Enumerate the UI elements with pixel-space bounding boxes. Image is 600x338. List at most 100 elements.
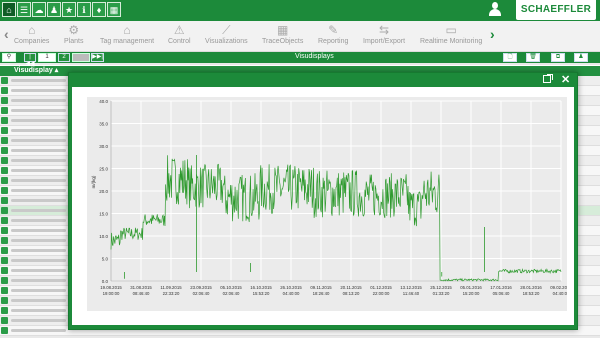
x-tick-label: 08:46:40	[133, 291, 150, 296]
row-label	[11, 159, 66, 162]
row-label	[11, 109, 66, 112]
x-tick-label: 11.09.2015	[160, 285, 182, 290]
list-title: Visudisplays	[295, 53, 334, 60]
nav-item-label: Visualizations	[205, 38, 248, 45]
y-tick-label: 25.0	[99, 167, 108, 172]
row-visualization-icon	[1, 307, 8, 314]
x-tick-label: 11:46:40	[403, 291, 420, 296]
grid-icon: ▦	[277, 23, 289, 37]
bulb-icon[interactable]: ♦	[92, 2, 106, 17]
row-label	[11, 99, 66, 102]
column-header-visudisplay[interactable]: Visudisplay ▴	[14, 66, 58, 76]
nav-item-visualizations[interactable]: ⟋ Visualizations	[205, 23, 248, 45]
row-label	[11, 279, 66, 282]
row-label	[11, 119, 66, 122]
warning-icon: ⚠	[173, 23, 185, 37]
row-label	[11, 189, 66, 192]
nav-item-tag-management[interactable]: ⌂ Tag management	[100, 23, 154, 45]
x-tick-label: 01:33:20	[433, 291, 450, 296]
nav-item-label: TraceObjects	[262, 38, 304, 45]
info-icon[interactable]: ℹ	[77, 2, 91, 17]
popout-icon[interactable]	[543, 74, 553, 83]
line-chart: 0.0 5.0 10.0 15.0 20.0 25.0 30.0 35.0 40.0 19.08.…	[91, 99, 572, 296]
row-label	[11, 319, 66, 322]
report-icon: ✎	[328, 23, 339, 37]
first-page-button[interactable]: |◀◀	[24, 53, 36, 67]
account-icon[interactable]	[489, 2, 501, 17]
x-tick-label: 25.12.2015	[430, 285, 452, 290]
list-icon[interactable]: ☰	[17, 2, 31, 17]
row-visualization-icon	[1, 257, 8, 264]
monitor-icon: ▭	[445, 23, 457, 37]
top-icon-bar: ⌂ ☰ ☁ ♟ ★ ℹ ♦ ▦	[2, 2, 121, 17]
close-icon[interactable]: ✕	[561, 74, 570, 86]
nav-item-plants[interactable]: ⚙ Plants	[64, 23, 83, 45]
x-tick-label: 20.11.2015	[340, 285, 362, 290]
user-icon[interactable]: ♟	[47, 2, 61, 17]
y-tick-label: 35.0	[99, 122, 108, 127]
row-visualization-icon	[1, 287, 8, 294]
chart-icon: ⟋	[222, 23, 231, 37]
x-tick-label: 13.12.2015	[400, 285, 422, 290]
row-visualization-icon	[1, 197, 8, 204]
row-visualization-icon	[1, 227, 8, 234]
nav-next-icon[interactable]: ›	[490, 26, 495, 42]
page-2-button[interactable]: 2	[58, 53, 70, 62]
x-tick-label: 31.08.2015	[130, 285, 152, 290]
home-icon[interactable]: ⌂	[2, 2, 16, 17]
row-visualization-icon	[1, 97, 8, 104]
x-tick-label: 22:00:00	[373, 291, 390, 296]
row-visualization-icon	[1, 127, 8, 134]
calendar-icon[interactable]: ▦	[107, 2, 121, 17]
x-tick-label: 19.08.2015	[100, 285, 122, 290]
x-tick-label: 05.10.2015	[220, 285, 242, 290]
nav-item-companies[interactable]: ⌂ Companies	[14, 23, 49, 45]
row-visualization-icon	[1, 297, 8, 304]
row-label	[11, 199, 66, 202]
nav-item-import-export[interactable]: ⇆ Import/Export	[363, 23, 405, 45]
row-label	[11, 129, 66, 132]
page-1-button[interactable]: 1	[38, 53, 56, 62]
cloud-icon[interactable]: ☁	[32, 2, 46, 17]
import-icon: ⇆	[378, 23, 390, 37]
series-line	[110, 155, 562, 282]
nav-item-reporting[interactable]: ✎ Reporting	[318, 23, 348, 45]
y-axis-label: m/(kg)	[91, 175, 96, 188]
last-page-button[interactable]: ▶▶|	[91, 53, 104, 62]
nav-item-traceobjects[interactable]: ▦ TraceObjects	[262, 23, 303, 45]
new-item-button[interactable]: 🗋	[503, 53, 517, 62]
row-visualization-icon	[1, 267, 8, 274]
y-tick-label: 15.0	[99, 212, 108, 217]
nav-item-label: Plants	[64, 38, 84, 45]
nav-item-control[interactable]: ⚠ Control	[168, 23, 191, 45]
trash-icon: 🗑	[529, 54, 537, 60]
search-button[interactable]: ⚲	[2, 53, 16, 62]
delete-button[interactable]: 🗑	[526, 53, 540, 62]
row-visualization-icon	[1, 247, 8, 254]
row-visualization-icon	[1, 147, 8, 154]
row-label	[11, 79, 66, 82]
add-doc-icon: 🗋	[507, 54, 513, 60]
copy-button[interactable]: ⧉	[551, 53, 565, 62]
tag-icon: ⌂	[123, 23, 131, 37]
row-label	[11, 239, 66, 242]
x-tick-label: 04:40:00	[553, 291, 567, 296]
y-tick-label: 5.0	[102, 257, 109, 262]
y-tick-label: 0.0	[102, 279, 109, 284]
row-visualization-icon	[1, 187, 8, 194]
star-icon[interactable]: ★	[62, 2, 76, 17]
row-label	[11, 269, 66, 272]
y-tick-label: 40.0	[99, 99, 108, 104]
nav-item-label: Realtime Monitoring	[420, 38, 483, 45]
y-tick-label: 20.0	[99, 189, 108, 194]
nav-item-label: Tag management	[100, 38, 155, 45]
assign-user-button[interactable]: ♟	[574, 53, 588, 62]
main-navigation: ‹ ⌂ Companies ⚙ Plants ⌂ Tag management …	[0, 21, 600, 52]
x-tick-label: 17.01.2016	[490, 285, 512, 290]
row-visualization-icon	[1, 177, 8, 184]
nav-prev-icon[interactable]: ‹	[4, 26, 9, 42]
row-label	[11, 289, 66, 292]
nav-item-realtime-monitoring[interactable]: ▭ Realtime Monitoring	[420, 23, 482, 45]
x-tick-label: 09.11.2015	[310, 285, 332, 290]
visualization-dialog: ✕ 0.0 5.0 10.0 15.0 20.0 25.0 30.0 35.0 40.0 19.0…	[68, 72, 578, 330]
